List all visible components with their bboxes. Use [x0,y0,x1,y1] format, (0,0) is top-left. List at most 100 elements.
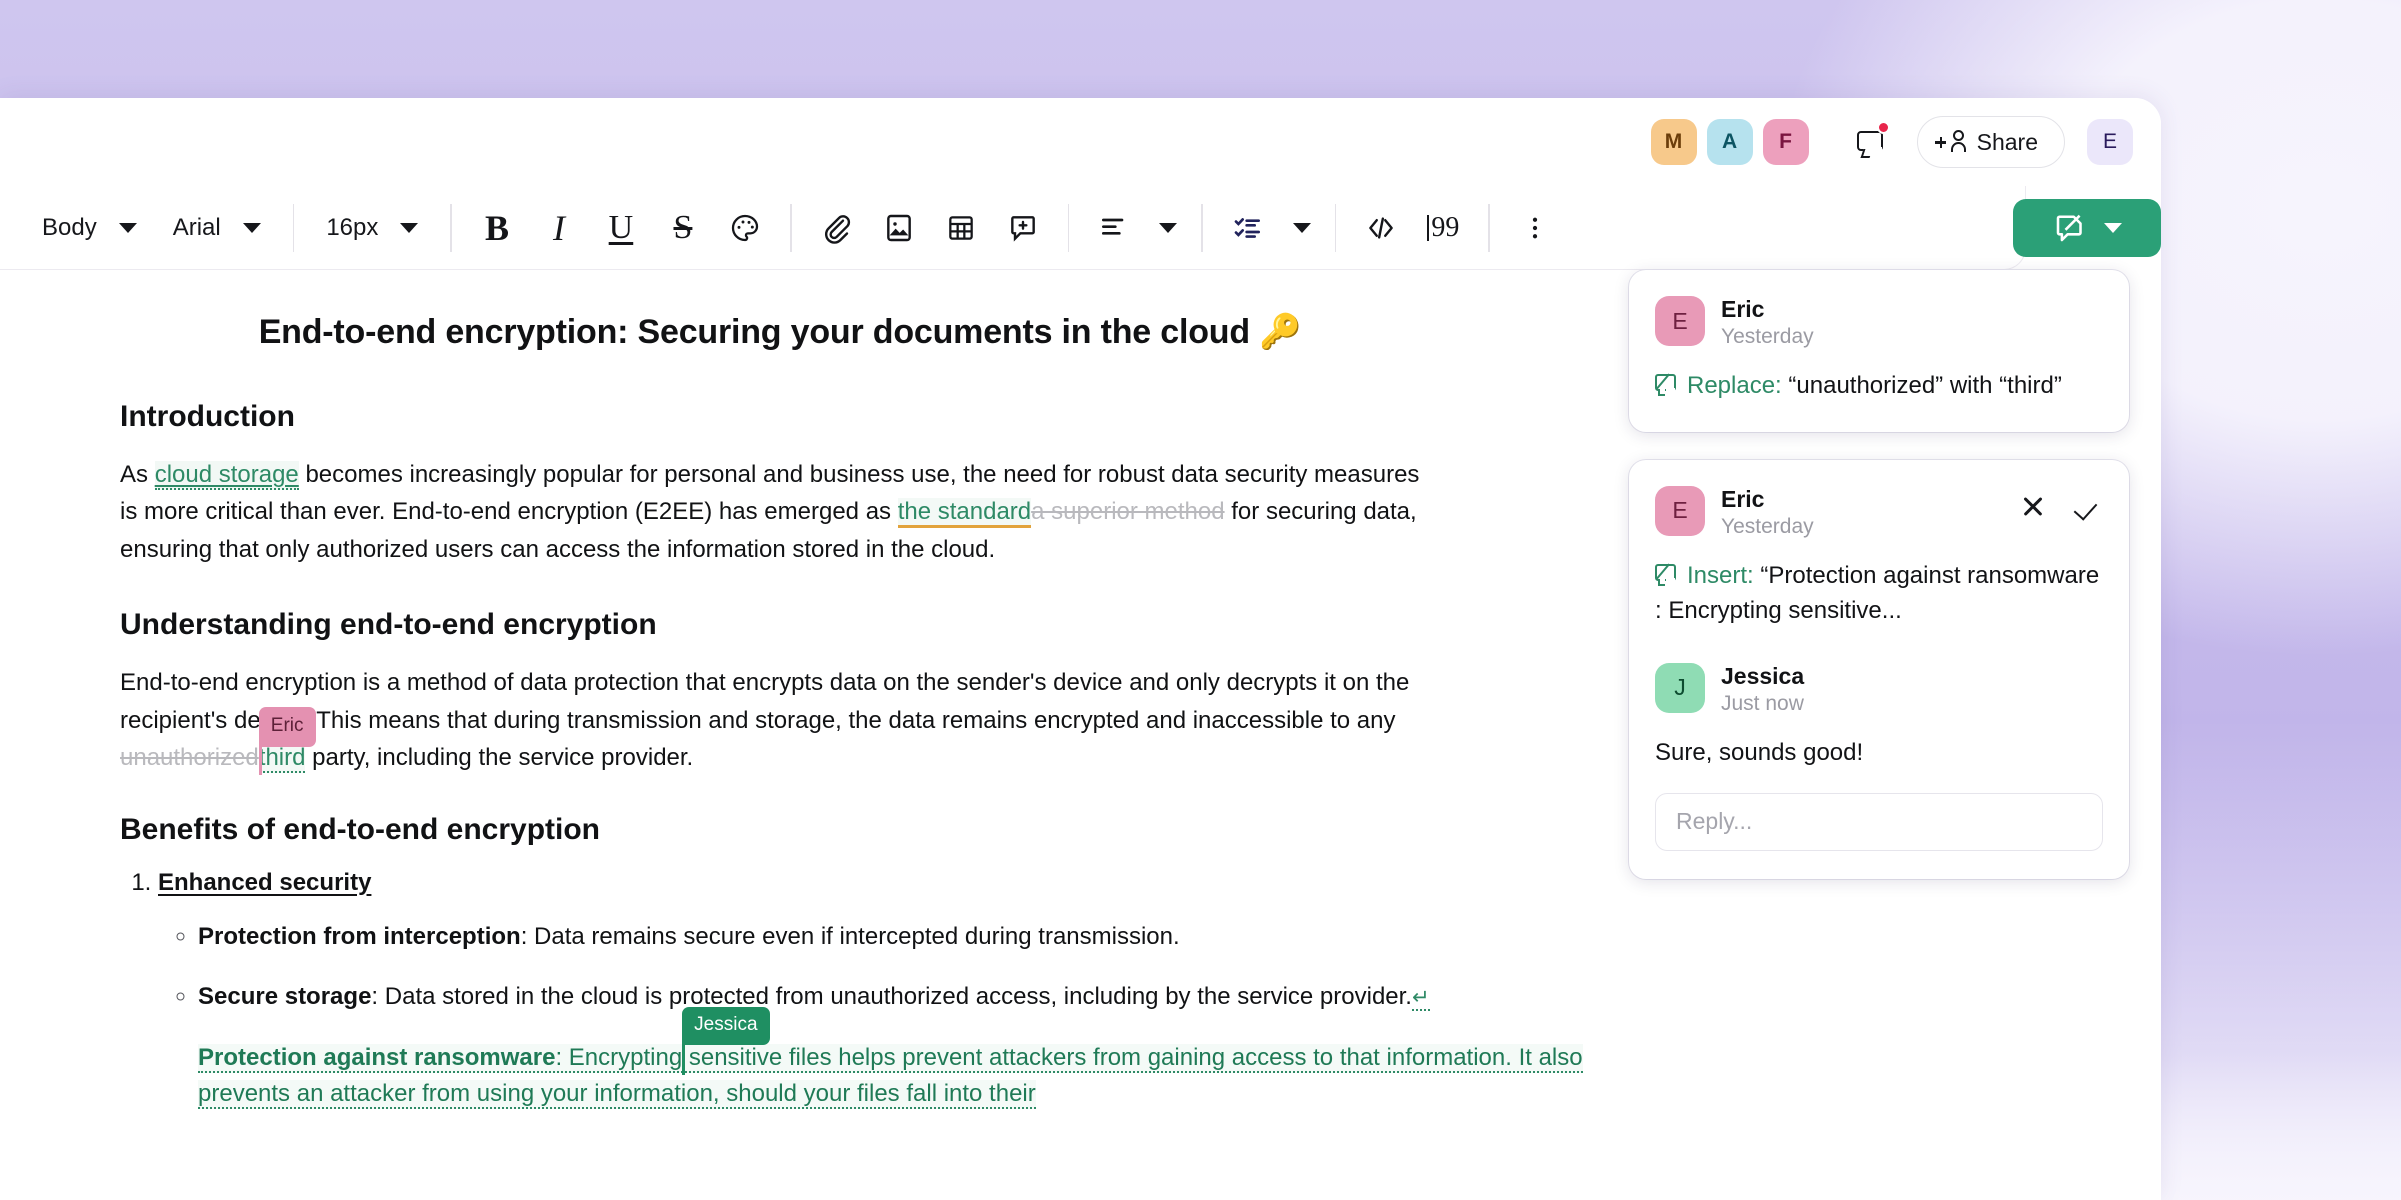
heading-benefits: Benefits of end-to-end encryption [120,813,1600,847]
suggestion-inserted-the-standard[interactable]: the standard [898,498,1031,528]
suggestion-deleted-unauthorized[interactable]: unauthorized [120,744,259,771]
align-button[interactable] [1083,199,1145,257]
self-avatar-wrapper[interactable]: E [2087,119,2133,165]
list-item-enhanced-security[interactable]: Enhanced security Protection from interc… [158,869,1600,1113]
chevron-down-icon[interactable] [1159,223,1177,233]
avatar-self[interactable]: E [2087,119,2133,165]
cursor-label-jessica: Jessica [682,1007,769,1046]
toolbar-divider [790,204,792,252]
chevron-down-icon[interactable] [1293,223,1311,233]
list-item[interactable]: Secure storage: Data stored in the cloud… [198,979,1438,1015]
bullet-bold-ransomware: Protection against ransomware [198,1044,555,1071]
reject-suggestion-button[interactable] [2019,492,2047,520]
font-size-select[interactable]: 16px [308,201,436,255]
insert-image-button[interactable] [868,199,930,257]
insert-table-button[interactable] [930,199,992,257]
checklist-icon [1232,212,1264,244]
underline-button[interactable]: U [590,199,652,257]
cursor-caret [682,1041,685,1075]
bullet-bold-interception: Protection from interception [198,923,521,950]
font-family-select[interactable]: Arial [155,201,279,255]
share-button-label: Share [1977,129,2038,156]
reply-placeholder: Reply... [1676,808,1752,835]
share-button[interactable]: Share [1917,116,2065,168]
comment-card-insert[interactable]: E Eric Yesterday Insert: “Protection aga… [1629,460,2129,879]
kebab-icon [1520,213,1550,243]
formatting-toolbar: Body Arial 16px B I U S [0,186,2026,270]
align-left-icon [1098,212,1130,244]
bullet-text-interception: : Data remains secure even if intercepte… [521,923,1180,950]
comment-plus-icon [1007,212,1039,244]
person-add-icon [1939,130,1966,154]
paragraph-understanding[interactable]: End-to-end encryption is a method of dat… [120,664,1420,776]
avatar-eric: E [1655,486,1705,536]
reply-header: J Jessica Just now [1655,663,2103,716]
reply-body: Sure, sounds good! [1655,736,2103,771]
suggest-edit-icon [1655,564,1680,586]
strikethrough-button[interactable]: S [652,199,714,257]
list-item[interactable]: Protection from interception: Data remai… [198,919,1438,955]
suggestion-verb: Insert: [1687,562,1754,589]
chevron-down-icon[interactable] [2104,223,2122,233]
toolbar-divider [1335,204,1337,252]
reply-input[interactable]: Reply... [1655,793,2103,851]
key-emoji: 🔑 [1259,313,1301,351]
comment-timestamp: Yesterday [1721,325,1814,349]
document-title-text: End-to-end encryption: Securing your doc… [259,313,1250,351]
code-block-button[interactable] [1350,199,1412,257]
comment-actions [2019,486,2103,520]
document-scroll-area[interactable]: End-to-end encryption: Securing your doc… [0,270,2161,1200]
insert-comment-button[interactable] [992,199,1054,257]
comments-toggle-button[interactable] [1845,118,1899,166]
intro-pre-text: As [120,461,155,488]
notification-badge [1877,121,1890,134]
italic-button[interactable]: I [528,199,590,257]
suggest-edit-icon [2052,210,2088,246]
avatar-collaborator-a[interactable]: A [1707,119,1753,165]
font-size-value: 16px [326,214,378,242]
toolbar-wrapper: Body Arial 16px B I U S [0,186,2161,270]
link-button[interactable] [806,199,868,257]
understanding-post-text: party, including the service provider. [305,744,693,771]
blockquote-button[interactable]: 99 [1412,199,1474,257]
comment-timestamp: Yesterday [1721,515,1814,539]
comment-author: Eric [1721,296,1814,323]
checklist-control[interactable] [1217,199,1321,257]
comment-meta: Eric Yesterday [1721,296,1814,349]
paragraph-introduction[interactable]: As cloud storage becomes increasingly po… [120,456,1420,568]
avatar-collaborator-m[interactable]: M [1651,119,1697,165]
list-item-title: Enhanced security [158,869,371,896]
checklist-button[interactable] [1217,199,1279,257]
avatar-eric: E [1655,296,1705,346]
chevron-down-icon [243,223,261,233]
bold-button[interactable]: B [466,199,528,257]
paragraph-style-select[interactable]: Body [24,201,155,255]
suggestion-inserted-third[interactable]: third [259,744,306,773]
accept-suggestion-button[interactable] [2075,492,2103,520]
align-control[interactable] [1083,199,1187,257]
avatar-collaborator-f[interactable]: F [1763,119,1809,165]
suggest-edits-button[interactable] [2013,199,2161,257]
collaborator-avatar-stack: M A F [1651,119,1809,165]
chevron-down-icon [119,223,137,233]
bullet-text-secure-storage: : Data stored in the cloud is protected … [371,983,1412,1010]
suggestion-deleted-a-superior-method[interactable]: a superior method [1031,498,1224,525]
heading-understanding: Understanding end-to-end encryption [120,608,1600,642]
comment-header: E Eric Yesterday [1655,486,2103,539]
toolbar-divider [1201,204,1203,252]
reply-author: Jessica [1721,663,1804,690]
comment-body: Insert: “Protection against ransomware :… [1655,559,2103,629]
toolbar-divider [1488,204,1490,252]
comment-card-replace[interactable]: E Eric Yesterday Replace: “unauthorized”… [1629,270,2129,432]
paperclip-icon [821,212,853,244]
paragraph-style-value: Body [42,214,97,242]
suggest-edit-icon [1655,374,1680,396]
more-options-button[interactable] [1504,199,1566,257]
text-color-button[interactable] [714,199,776,257]
list-item[interactable]: Protection against ransomware: Encryptin… [198,1044,1583,1109]
suggestion-verb: Replace: [1687,372,1782,399]
comments-sidebar: E Eric Yesterday Replace: “unauthorized”… [1629,270,2129,907]
cloud-storage-link[interactable]: cloud storage [155,461,299,490]
document-page[interactable]: End-to-end encryption: Securing your doc… [0,270,1600,1135]
benefits-sublist: Protection from interception: Data remai… [198,919,1600,1113]
